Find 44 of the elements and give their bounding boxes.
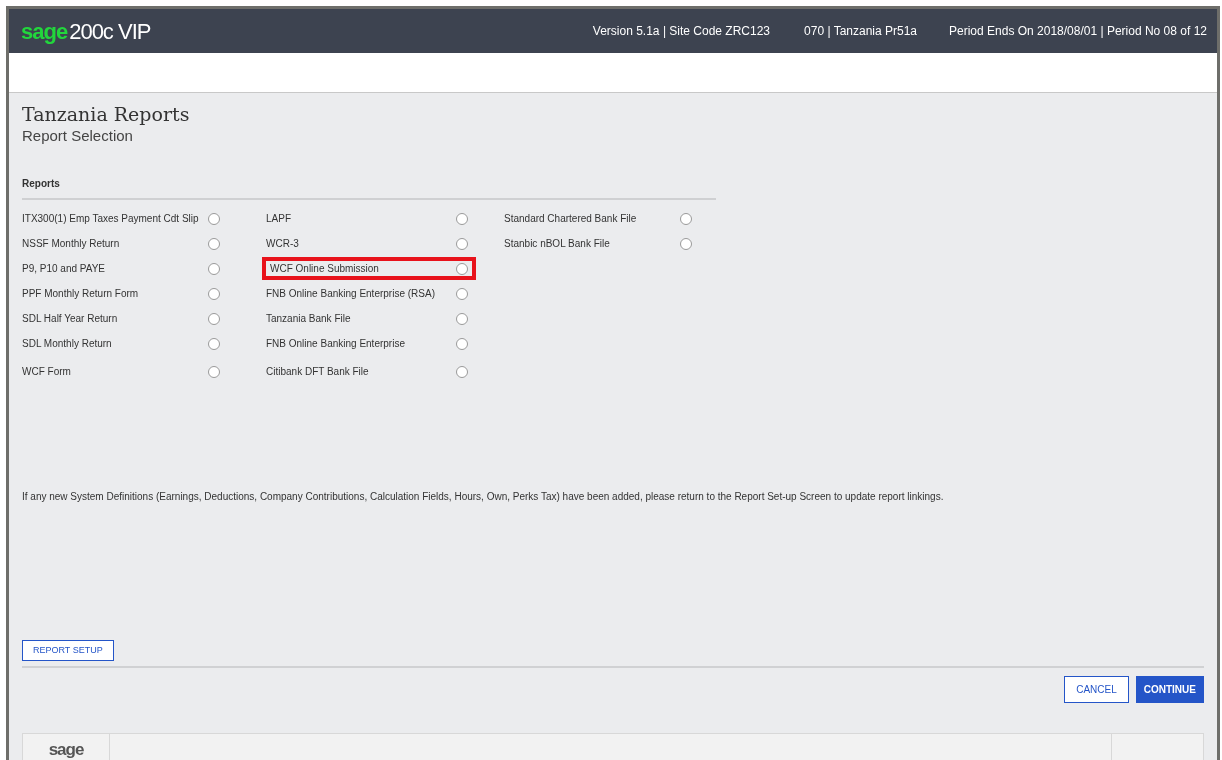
radio-button[interactable] [456, 312, 468, 325]
radio-button[interactable] [208, 262, 220, 275]
report-label: WCF Form [22, 365, 71, 379]
cancel-button[interactable]: CANCEL [1064, 676, 1129, 704]
footer-logo: sage [48, 739, 84, 760]
report-label: Citibank DFT Bank File [266, 365, 369, 379]
version-info: Version 5.1a | Site Code ZRC123 [592, 23, 771, 40]
radio-button[interactable] [456, 212, 468, 225]
report-label: PPF Monthly Return Form [22, 287, 139, 301]
report-label: FNB Online Banking Enterprise [266, 337, 405, 351]
radio-button[interactable] [680, 237, 692, 250]
report-label: FNB Online Banking Enterprise (RSA) [266, 287, 435, 301]
radio-button[interactable] [456, 262, 468, 275]
radio-button[interactable] [208, 212, 220, 225]
report-label: Tanzania Bank File [266, 312, 351, 326]
period-info: Period Ends On 2018/08/01 | Period No 08 of 12 [949, 23, 1207, 40]
report-label: Standard Chartered Bank File [504, 212, 637, 226]
radio-button[interactable] [208, 337, 220, 350]
report-label: WCF Online Submission [270, 262, 379, 276]
radio-button[interactable] [208, 237, 220, 250]
report-label: SDL Monthly Return [22, 337, 112, 351]
report-label: LAPF [266, 212, 291, 226]
radio-button[interactable] [456, 365, 468, 378]
report-label: P9, P10 and PAYE [22, 262, 106, 276]
radio-button[interactable] [208, 365, 220, 378]
report-label: Stanbic nBOL Bank File [504, 237, 610, 251]
radio-button[interactable] [456, 237, 468, 250]
app-logo: sage200c VIP [21, 17, 151, 46]
report-label: WCR-3 [266, 237, 299, 251]
page-subtitle: Report Selection [22, 126, 134, 146]
page-title: Tanzania Reports [22, 102, 191, 126]
report-setup-button[interactable]: REPORT SETUP [22, 640, 114, 662]
info-message: If any new System Definitions (Earnings, Deductions, Company Contributions, Calculation Fields, Hours, Own, Perks Tax) have been added, please return to the Report Set-up Screen to update report linkings. [22, 490, 945, 504]
radio-button[interactable] [680, 212, 692, 225]
radio-button[interactable] [208, 312, 220, 325]
radio-button[interactable] [208, 287, 220, 300]
section-heading: Reports [22, 178, 60, 189]
radio-button[interactable] [456, 287, 468, 300]
report-label: ITX300(1) Emp Taxes Payment Cdt Slip [22, 212, 199, 226]
company-info: 070 | Tanzania Pr51a [804, 23, 918, 40]
report-label: NSSF Monthly Return [22, 237, 120, 251]
radio-button[interactable] [456, 337, 468, 350]
continue-button[interactable]: CONTINUE [1135, 676, 1204, 704]
report-label: SDL Half Year Return [22, 312, 118, 326]
